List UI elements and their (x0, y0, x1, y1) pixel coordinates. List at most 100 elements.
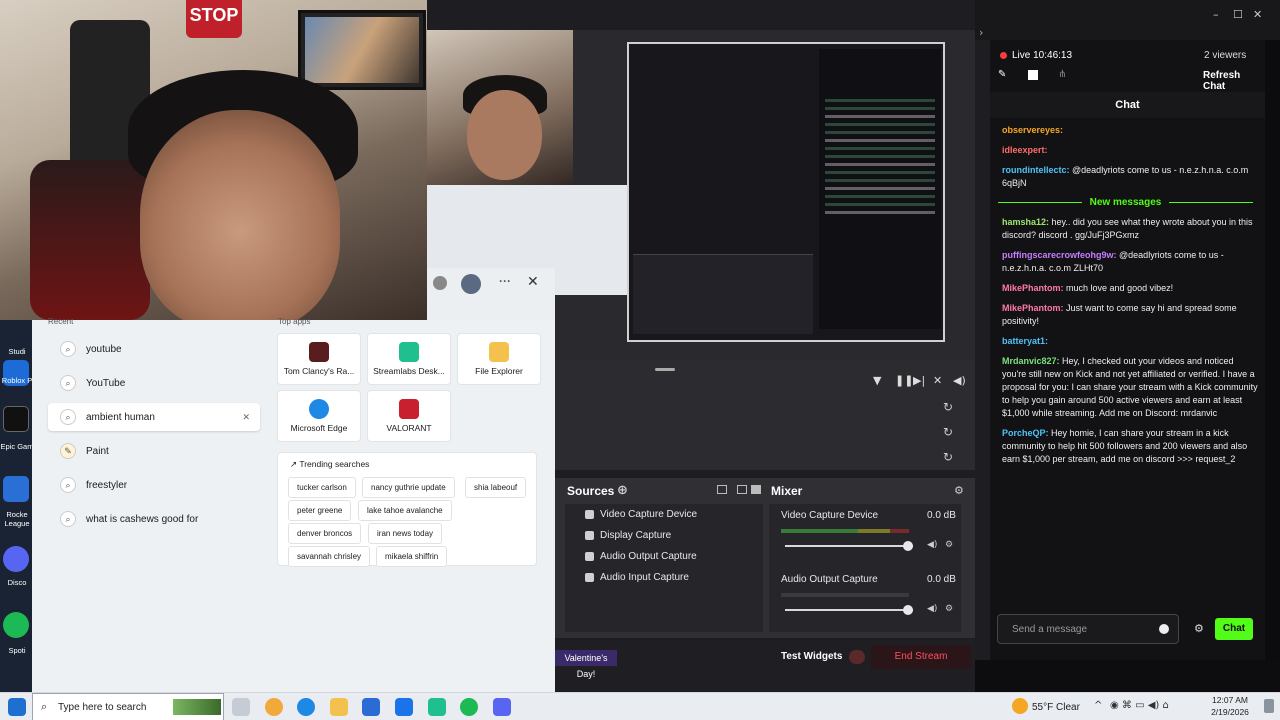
spotify-icon[interactable] (3, 612, 29, 638)
more-options-icon[interactable]: ··· (499, 274, 511, 288)
remove-icon[interactable]: ✕ (242, 412, 250, 423)
mute-icon[interactable]: ✕ (933, 374, 942, 387)
monitor-icon (585, 531, 594, 540)
trending-chip[interactable]: denver broncos (288, 523, 362, 544)
refresh-icon[interactable]: ↻ (943, 450, 953, 464)
spotify-icon[interactable] (460, 698, 478, 716)
chevron-right-icon[interactable]: › (979, 26, 983, 39)
send-chat-button[interactable]: Chat (1215, 618, 1253, 640)
top-app-streamlabs[interactable]: Streamlabs Desk... (367, 333, 451, 385)
notifications-icon[interactable] (1264, 699, 1274, 713)
avatar[interactable] (461, 274, 481, 294)
speaker-icon[interactable]: ◀) (927, 540, 937, 550)
clock-date[interactable]: 2/19/2026 (1202, 707, 1258, 717)
dock-icon[interactable] (751, 485, 761, 494)
volume-slider[interactable] (785, 541, 913, 551)
discord-icon[interactable] (493, 698, 511, 716)
trending-chip[interactable]: tucker carlson (288, 477, 356, 498)
top-app-edge[interactable]: Microsoft Edge (277, 390, 361, 442)
volume-icon[interactable]: ◀) (953, 374, 966, 387)
recent-search-item[interactable]: ⌕ youtube (48, 335, 260, 363)
outlook-icon[interactable] (395, 698, 413, 716)
chat-messages: observereyes: idleexpert: roundintellect… (990, 124, 1265, 473)
record-toggle[interactable] (849, 650, 865, 664)
windows-start-icon[interactable] (8, 698, 26, 716)
folder-icon (489, 342, 509, 362)
trending-chip[interactable]: savannah chrisley (288, 546, 371, 567)
filter-icon[interactable]: ▼ (873, 374, 881, 387)
clapper-icon[interactable] (1028, 70, 1038, 80)
folder-icon[interactable] (330, 698, 348, 716)
source-item[interactable]: Video Capture Device (565, 504, 763, 525)
pencil-icon[interactable]: ✎ (998, 69, 1006, 80)
drag-handle[interactable] (655, 368, 675, 371)
copilot-icon[interactable] (265, 698, 283, 716)
chat-title: Chat (990, 92, 1265, 118)
recent-app-item[interactable]: ✎ Paint (48, 437, 260, 465)
trending-title: ↗ Trending searches (290, 459, 370, 469)
pause-icon[interactable]: ❚❚ (895, 374, 913, 387)
audio-meter (781, 529, 909, 533)
gear-icon[interactable]: ⚙ (1194, 622, 1204, 635)
chat-message: MikePhantom: much love and good vibez! (1002, 283, 1174, 293)
mixer-channel-name: Video Capture Device (781, 510, 879, 521)
end-stream-button[interactable]: End Stream (871, 645, 971, 669)
close-icon[interactable]: ✕ (1253, 8, 1262, 21)
search-placeholder: Type here to search (58, 702, 147, 713)
refresh-icon[interactable]: ↻ (943, 400, 953, 414)
trending-chip[interactable]: lake tahoe avalanche (358, 500, 452, 521)
taskbar-search-box[interactable]: ⌕ Type here to search (32, 693, 224, 720)
trending-chip[interactable]: mikaela shiffrin (376, 546, 448, 567)
close-icon[interactable]: ✕ (527, 273, 539, 290)
recent-search-item[interactable]: ⌕ what is cashews good for (48, 505, 288, 533)
trending-chip[interactable]: nancy guthrie update (362, 477, 455, 498)
edge-icon[interactable] (297, 698, 315, 716)
chevron-up-icon[interactable]: ^ (1094, 700, 1102, 711)
discord-icon[interactable] (3, 546, 29, 572)
recent-search-item[interactable]: ⌕ freestyler (48, 471, 260, 499)
refresh-icon[interactable]: ↻ (943, 425, 953, 439)
chat-input[interactable]: Send a message (997, 614, 1179, 644)
dock-icon[interactable] (737, 485, 747, 494)
top-app-file-explorer[interactable]: File Explorer (457, 333, 541, 385)
share-icon[interactable]: ⋔ (1058, 69, 1066, 80)
task-view-icon[interactable] (232, 698, 250, 716)
store-icon[interactable] (362, 698, 380, 716)
search-icon: ⌕ (60, 341, 76, 357)
source-item[interactable]: Audio Output Capture (565, 546, 763, 567)
add-source-icon[interactable]: ⊕ (617, 483, 628, 498)
rocket-league-icon[interactable] (3, 476, 29, 502)
gear-icon[interactable]: ⚙ (954, 484, 964, 497)
maximize-icon[interactable]: ☐ (1233, 8, 1243, 21)
epic-games-icon[interactable] (3, 406, 29, 432)
skip-icon[interactable]: ▶| (913, 374, 925, 387)
viewer-count: 2 viewers (1204, 50, 1247, 61)
desktop-icon-label: Studi (8, 347, 26, 356)
source-item[interactable]: Audio Input Capture (565, 567, 763, 588)
clock-time[interactable]: 12:07 AM (1206, 695, 1254, 705)
emoji-icon[interactable] (1159, 624, 1169, 634)
refresh-chat-button[interactable]: Refresh Chat (1203, 70, 1265, 92)
trending-chip[interactable]: iran news today (368, 523, 443, 544)
gear-icon[interactable]: ⚙ (945, 540, 953, 550)
source-item[interactable]: Display Capture (565, 525, 763, 546)
top-app-rainbow-six[interactable]: Tom Clancy's Ra... (277, 333, 361, 385)
gear-icon[interactable]: ⚙ (945, 604, 953, 614)
weather-text[interactable]: 55°F Clear (1032, 702, 1080, 713)
mixer-list: Video Capture Device 0.0 dB ◀) ⚙ Audio O… (769, 504, 961, 632)
streamlabs-icon[interactable] (428, 698, 446, 716)
obs-docks: Sources ⊕ Mixer ⚙ Video Capture Device D… (555, 478, 975, 638)
speaker-icon[interactable]: ◀) (927, 604, 937, 614)
dock-icon[interactable] (717, 485, 727, 494)
top-app-valorant[interactable]: VALORANT (367, 390, 451, 442)
minimize-icon[interactable]: – (1213, 8, 1219, 21)
chat-message: Mrdanvic827: Hey, I checked out your vid… (1002, 356, 1258, 418)
trending-chip[interactable]: shia labeouf (465, 477, 527, 498)
volume-slider[interactable] (785, 605, 913, 615)
test-widgets-button[interactable]: Test Widgets (781, 651, 842, 662)
profile-icon[interactable] (433, 276, 447, 290)
tray-icons[interactable]: ◉ ⌘ ▭ ◀) ⌂ (1110, 700, 1169, 711)
trending-chip[interactable]: peter greene (288, 500, 352, 521)
recent-search-item[interactable]: ⌕ YouTube (48, 369, 260, 397)
recent-search-item[interactable]: ⌕ ambient human ✕ (48, 403, 260, 431)
